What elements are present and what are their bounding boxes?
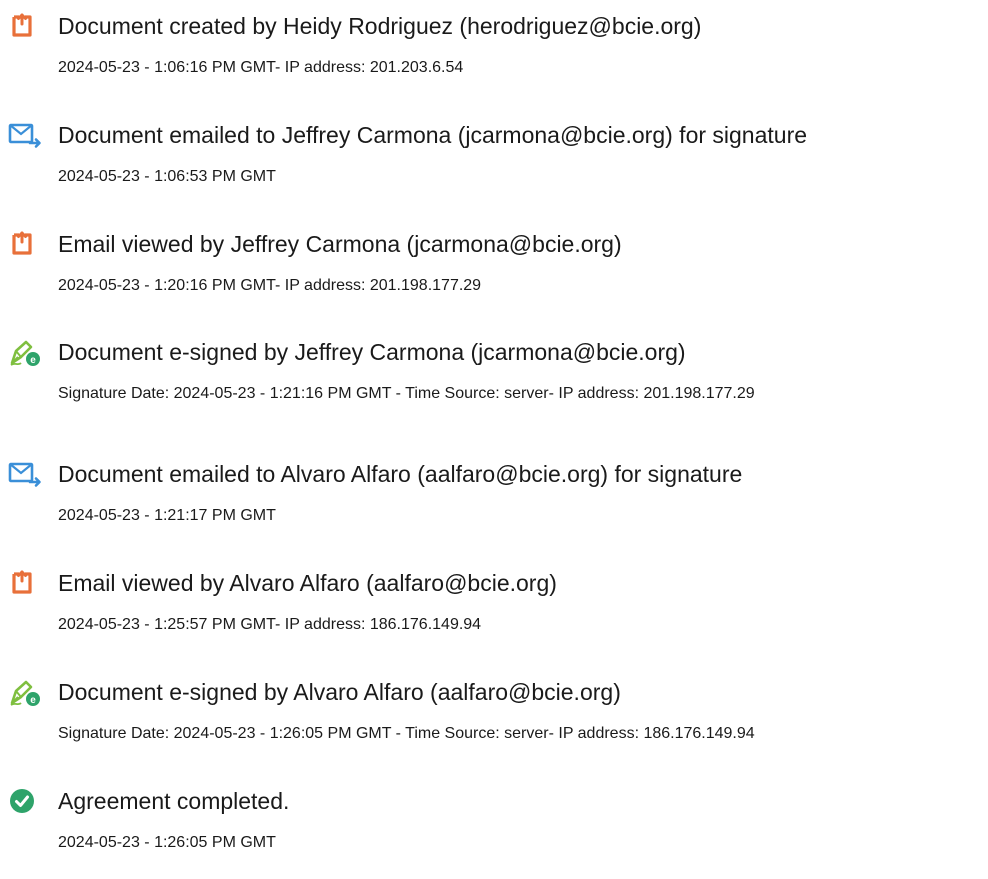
event-detail: 2024-05-23 - 1:20:16 PM GMT- IP address:… (58, 277, 482, 294)
document-icon (8, 12, 42, 42)
event-title: Email viewed by Jeffrey Carmona (jcarmon… (58, 231, 622, 257)
audit-event: Document emailed to Jeffrey Carmona (jca… (0, 121, 988, 201)
event-detail: 2024-05-23 - 1:25:57 PM GMT- IP address:… (58, 616, 482, 633)
audit-event: Agreement completed. 2024-05-23 - 1:26:0… (0, 787, 988, 867)
audit-event: Document created by Heidy Rodriguez (her… (0, 12, 988, 92)
audit-event: e Document e-signed by Jeffrey Carmona (… (0, 338, 988, 418)
event-detail: 2024-05-23 - 1:06:53 PM GMT (58, 168, 276, 185)
event-title: Email viewed by Alvaro Alfaro (aalfaro@b… (58, 570, 557, 596)
audit-event: Email viewed by Jeffrey Carmona (jcarmon… (0, 230, 988, 310)
e-sign-pen-icon: e (8, 678, 42, 708)
event-title: Agreement completed. (58, 788, 290, 814)
svg-text:e: e (30, 695, 36, 706)
document-icon (8, 569, 42, 599)
email-sent-icon (8, 460, 42, 490)
event-title: Document created by Heidy Rodriguez (her… (58, 13, 702, 39)
event-detail: 2024-05-23 - 1:21:17 PM GMT (58, 507, 276, 524)
event-title: Document e-signed by Alvaro Alfaro (aalf… (58, 679, 621, 705)
event-detail: Signature Date: 2024-05-23 - 1:21:16 PM … (58, 385, 755, 402)
svg-text:e: e (30, 355, 36, 366)
audit-event: Document emailed to Alvaro Alfaro (aalfa… (0, 460, 988, 540)
audit-event: Email viewed by Alvaro Alfaro (aalfaro@b… (0, 569, 988, 649)
checkmark-circle-icon (8, 787, 42, 817)
email-sent-icon (8, 121, 42, 151)
event-detail: Signature Date: 2024-05-23 - 1:26:05 PM … (58, 725, 755, 742)
event-detail: 2024-05-23 - 1:26:05 PM GMT (58, 834, 276, 851)
e-sign-pen-icon: e (8, 338, 42, 368)
event-title: Document emailed to Jeffrey Carmona (jca… (58, 122, 808, 148)
event-detail: 2024-05-23 - 1:06:16 PM GMT- IP address:… (58, 59, 464, 76)
audit-event: e Document e-signed by Alvaro Alfaro (aa… (0, 678, 988, 758)
event-title: Document e-signed by Jeffrey Carmona (jc… (58, 339, 686, 365)
event-title: Document emailed to Alvaro Alfaro (aalfa… (58, 461, 743, 487)
document-icon (8, 230, 42, 260)
